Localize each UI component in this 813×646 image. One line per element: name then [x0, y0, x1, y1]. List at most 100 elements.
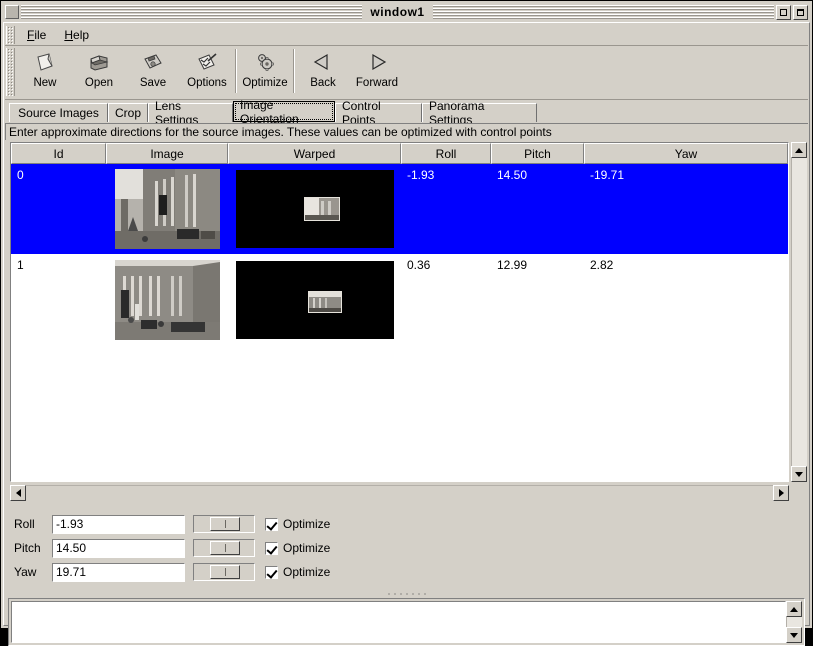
toolbar: New Open: [5, 46, 808, 100]
column-header-yaw[interactable]: Yaw: [584, 143, 788, 164]
pitch-slider[interactable]: [193, 539, 255, 557]
parameter-row-yaw: Yaw 19.71 Optimize: [10, 560, 805, 584]
log-textarea[interactable]: [11, 601, 786, 643]
table-row[interactable]: 0: [11, 164, 788, 254]
menu-item-file[interactable]: File: [18, 26, 55, 44]
toolbar-button-save[interactable]: Save: [126, 46, 180, 96]
yaw-slider-thumb[interactable]: [210, 565, 240, 579]
column-header-id[interactable]: Id: [11, 143, 106, 164]
roll-input[interactable]: -1.93: [52, 515, 185, 534]
toolbar-button-new[interactable]: New: [18, 46, 72, 96]
pitch-label: Pitch: [10, 541, 52, 555]
maximize-button[interactable]: [793, 5, 808, 20]
column-header-warped-label: Warped: [294, 147, 336, 161]
tab-crop-label: Crop: [115, 106, 141, 120]
yaw-input[interactable]: 19.71: [52, 563, 185, 582]
cell-id: 1: [11, 254, 106, 346]
options-checklist-icon: [195, 50, 219, 76]
pitch-slider-thumb[interactable]: [210, 541, 240, 555]
image-table: Id Image Warped Roll Pitch Yaw: [10, 142, 789, 482]
menubar-drag-grip[interactable]: [6, 26, 15, 44]
arrow-down-icon: [795, 472, 803, 477]
toolbar-button-options-label: Options: [187, 77, 227, 89]
menu-item-help-label: elp: [73, 28, 89, 42]
cell-id-value: 0: [17, 168, 24, 182]
yaw-optimize-checkbox[interactable]: [265, 566, 278, 579]
column-header-roll[interactable]: Roll: [401, 143, 491, 164]
log-panel: [8, 598, 805, 646]
log-scroll-track[interactable]: [786, 617, 802, 627]
cell-pitch: 14.50: [491, 164, 584, 254]
toolbar-button-forward-label: Forward: [356, 77, 398, 89]
window-menu-button[interactable]: [5, 5, 19, 19]
toolbar-button-back[interactable]: Back: [296, 46, 350, 96]
toolbar-button-options[interactable]: Options: [180, 46, 234, 96]
minimize-button[interactable]: [776, 5, 791, 20]
log-vertical-scrollbar[interactable]: [786, 601, 802, 643]
maximize-icon: [797, 9, 804, 16]
pitch-optimize-checkbox[interactable]: [265, 542, 278, 555]
cell-pitch-value: 12.99: [497, 258, 527, 272]
tab-source-images[interactable]: Source Images: [9, 103, 108, 122]
cell-yaw-value: 2.82: [590, 258, 613, 272]
cell-roll: -1.93: [401, 164, 491, 254]
cell-image-thumbnail: [106, 164, 228, 254]
roll-optimize-checkbox[interactable]: [265, 518, 278, 531]
window-title: window1: [362, 4, 432, 20]
title-bar-decoration: window1: [21, 4, 774, 20]
tab-control-points[interactable]: Control Points: [335, 103, 422, 122]
horizontal-scroll-track[interactable]: [26, 485, 773, 501]
scroll-up-button[interactable]: [791, 142, 807, 158]
splitter-handle[interactable]: [6, 589, 807, 598]
toolbar-drag-grip[interactable]: [6, 48, 15, 96]
column-header-image-label: Image: [150, 147, 183, 161]
roll-optimize-label: Optimize: [283, 517, 330, 531]
scroll-left-button[interactable]: [10, 485, 26, 501]
column-header-warped[interactable]: Warped: [228, 143, 401, 164]
yaw-slider[interactable]: [193, 563, 255, 581]
splitter-grip-dots: [386, 592, 428, 596]
toolbar-button-open[interactable]: Open: [72, 46, 126, 96]
roll-slider-thumb[interactable]: [210, 517, 240, 531]
menu-item-help[interactable]: Help: [55, 26, 98, 44]
tab-crop[interactable]: Crop: [108, 103, 148, 122]
yaw-input-value: 19.71: [56, 565, 86, 579]
log-scroll-down-button[interactable]: [786, 627, 802, 643]
warped-preview-blob: [308, 291, 342, 313]
scroll-down-button[interactable]: [791, 466, 807, 482]
toolbar-button-forward[interactable]: Forward: [350, 46, 404, 96]
toolbar-button-back-label: Back: [310, 77, 336, 89]
cell-pitch: 12.99: [491, 254, 584, 346]
column-header-roll-label: Roll: [436, 147, 457, 161]
scroll-right-button[interactable]: [773, 485, 789, 501]
pitch-input-value: 14.50: [56, 541, 86, 555]
roll-input-value: -1.93: [56, 517, 83, 531]
roll-slider[interactable]: [193, 515, 255, 533]
open-folder-icon: [87, 50, 111, 76]
table-row[interactable]: 1: [11, 254, 788, 346]
panel-description-text: Enter approximate directions for the sou…: [9, 125, 552, 139]
pitch-optimize-label: Optimize: [283, 541, 330, 555]
cell-roll-value: 0.36: [407, 258, 430, 272]
tab-image-orientation-label: Image Orientation: [240, 98, 328, 126]
vertical-scroll-track[interactable]: [791, 158, 807, 466]
table-horizontal-scrollbar[interactable]: [10, 485, 789, 501]
tab-bar: Source Images Crop Lens Settings Image O…: [5, 101, 808, 123]
tab-panorama-settings[interactable]: Panorama Settings: [422, 103, 537, 122]
tab-lens-settings[interactable]: Lens Settings: [148, 103, 233, 122]
column-header-image[interactable]: Image: [106, 143, 228, 164]
tab-image-orientation[interactable]: Image Orientation: [233, 101, 335, 122]
tab-source-images-label: Source Images: [18, 106, 99, 120]
warped-preview-thumbnail: [236, 261, 394, 339]
log-scroll-up-button[interactable]: [786, 601, 802, 617]
toolbar-button-save-label: Save: [140, 77, 166, 89]
minimize-icon: [780, 9, 787, 16]
arrow-right-icon: [779, 489, 784, 497]
title-bar: window1: [3, 3, 810, 21]
source-image-thumbnail: [115, 169, 220, 249]
column-header-pitch[interactable]: Pitch: [491, 143, 584, 164]
table-vertical-scrollbar[interactable]: [791, 142, 807, 482]
toolbar-button-optimize[interactable]: Optimize: [238, 46, 292, 96]
cell-roll: 0.36: [401, 254, 491, 346]
pitch-input[interactable]: 14.50: [52, 539, 185, 558]
